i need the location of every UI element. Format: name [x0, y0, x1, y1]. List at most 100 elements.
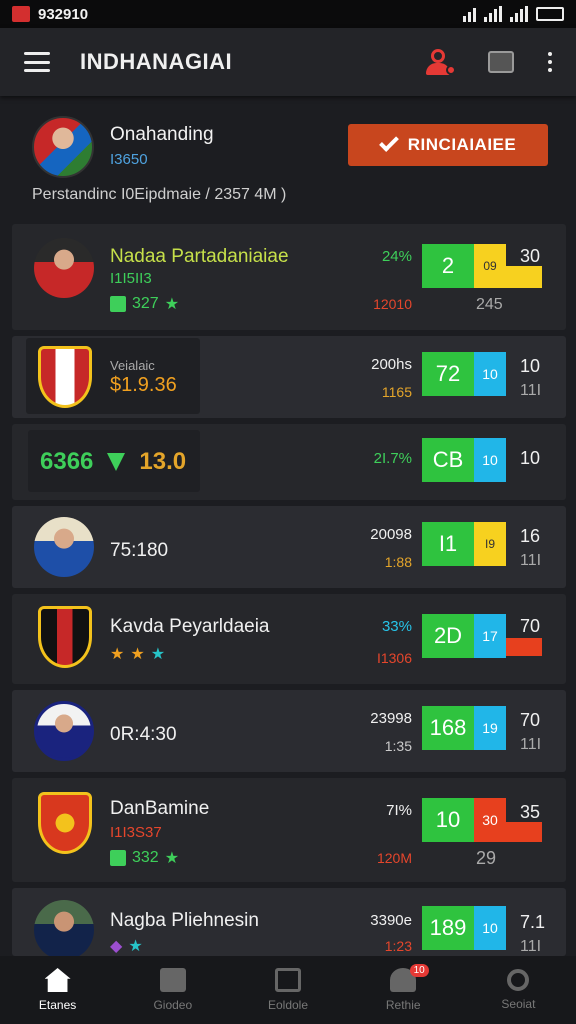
menu-icon[interactable]: [24, 52, 50, 72]
big-score: 6366 13.0: [40, 448, 186, 476]
row-value-2: 11I: [520, 382, 542, 399]
profile-avatar[interactable]: [32, 116, 94, 178]
row-name: Kavda Peyarldaeia: [110, 616, 270, 637]
nav-label: Eoldole: [267, 998, 309, 1012]
row-name: DanBamine: [110, 798, 210, 819]
list-item[interactable]: DanBamine I1I3S37 332 ★ 7I% 120M 10 30 3…: [12, 778, 566, 882]
score-box-green: 168: [422, 706, 474, 750]
score-bar-red: [506, 638, 542, 656]
stat-bottom: 1165: [381, 384, 412, 400]
team-crest-icon: [38, 346, 92, 408]
stat-bottom: I1306: [376, 650, 412, 666]
folder-icon: [159, 968, 186, 992]
row-value-2: 11I: [520, 552, 542, 569]
score-box-yellow: I9: [474, 522, 506, 566]
player-avatar: [34, 900, 94, 960]
profile-meta: Perstandinc I0Eipdmaie / 2357 4M ): [32, 186, 287, 203]
home-icon: [44, 968, 71, 992]
row-name: Nadaa Partadaniaiae: [110, 246, 289, 267]
row-time: 0R:4:30: [110, 724, 177, 745]
card-icon[interactable]: [488, 51, 514, 73]
nav-item-search[interactable]: Seoiat: [461, 956, 576, 1024]
star-icon: ★: [130, 646, 145, 663]
nav-item-home[interactable]: Etanes: [0, 956, 115, 1024]
stat-bottom: 1:23: [384, 938, 412, 954]
rating: 327 ★: [110, 294, 179, 314]
row-subtitle: I1I3S37: [110, 824, 162, 841]
list-item[interactable]: Nagba Pliehnesin ◆ ★ 3390e 1:23 189 10 7…: [12, 888, 566, 960]
score-box-cyan: 10: [474, 906, 506, 950]
score-box-green: 2D: [422, 614, 474, 658]
team-crest-icon: [38, 792, 92, 854]
list-item[interactable]: 75:180 20098 1:88 I1 I9 16 11I: [12, 506, 566, 588]
account-alert-icon[interactable]: [424, 47, 456, 77]
row-score: $1.9.36: [110, 374, 177, 396]
list-item[interactable]: 0R:4:30 23998 1:35 168 19 70 11I: [12, 690, 566, 772]
rating: 332 ★: [110, 848, 179, 868]
stat-top: 20098: [370, 526, 412, 543]
player-avatar: [34, 701, 94, 761]
bottom-nav: Etanes Giodeo Eoldole 10 Rethie Seoiat: [0, 956, 576, 1024]
app-notification-icon: [12, 6, 30, 22]
row-value-2: 29: [476, 848, 497, 868]
list-item[interactable]: 6366 13.0 2I.7% CB 10 10: [12, 424, 566, 500]
star-icon: ★: [128, 938, 143, 955]
stat-bottom: 1:88: [384, 554, 412, 570]
search-icon: [507, 969, 530, 991]
row-value: 30: [520, 246, 541, 266]
signal-icon: [484, 6, 502, 22]
big-score-right: 13.0: [139, 448, 187, 475]
stat-top: 3390e: [370, 912, 412, 929]
player-avatar: [34, 238, 94, 298]
score-box-green: 72: [422, 352, 474, 396]
nav-item-3[interactable]: Eoldole: [230, 956, 345, 1024]
score-box-cyan: 19: [474, 706, 506, 750]
row-value: 70: [520, 616, 541, 636]
gem-icon: ◆: [110, 938, 123, 955]
score-box-cyan: 10: [474, 438, 506, 482]
arrow-down-icon: [107, 453, 126, 471]
list-item[interactable]: Veialaic $1.9.36 200hs 1165 72 10 10 11I: [12, 336, 566, 418]
signal-icon-2: [510, 6, 528, 22]
more-options-icon[interactable]: [548, 52, 552, 72]
follow-button-label: RINCIAIAIEE: [407, 135, 517, 154]
check-badge-icon: [110, 850, 126, 866]
star-icon: ★: [150, 646, 166, 663]
list-item[interactable]: Nadaa Partadaniaiae I1I5II3 327 ★ 24% 12…: [12, 224, 566, 330]
rating-stars: ★ ★ ★: [110, 644, 165, 664]
score-box-green: I1: [422, 522, 474, 566]
rating-value: 332: [132, 849, 159, 866]
rating-icons: ◆ ★: [110, 936, 143, 956]
score-bar-yellow: [506, 266, 542, 288]
nav-label: Rethie: [385, 998, 421, 1012]
notification-badge: 10: [409, 964, 429, 977]
stat-top: 24%: [381, 248, 412, 265]
row-time: 75:180: [110, 540, 169, 561]
stat-bottom: 12010: [373, 296, 412, 312]
profile-header: Onahanding I3650 RINCIAIAIEE Perstandinc…: [0, 96, 576, 216]
score-box-cyan: 10: [474, 352, 506, 396]
score-box-red: 30: [474, 798, 506, 842]
nav-label: Etanes: [38, 998, 77, 1012]
follow-button[interactable]: RINCIAIAIEE: [348, 124, 548, 166]
battery-icon: [536, 7, 564, 21]
row-value: 70: [520, 710, 541, 730]
big-score-left: 6366: [40, 448, 94, 475]
calendar-icon: [275, 968, 301, 992]
score-box-yellow: 09: [474, 244, 506, 288]
team-crest-icon: [38, 606, 92, 668]
stat-top: 7I%: [386, 802, 412, 819]
wifi-icon: [463, 6, 476, 22]
star-icon: ★: [110, 646, 125, 663]
app-title: INDHANAGIAI: [80, 49, 233, 74]
list-item[interactable]: Kavda Peyarldaeia ★ ★ ★ 33% I1306 2D 17 …: [12, 594, 566, 684]
score-bar-red: [506, 822, 542, 842]
stat-bottom: 1:35: [384, 738, 412, 754]
stat-top: 33%: [381, 618, 412, 635]
row-value: 10: [520, 356, 541, 376]
nav-item-4[interactable]: 10 Rethie: [346, 956, 461, 1024]
rating-value: 327: [132, 295, 159, 312]
profile-name: Onahanding: [110, 124, 214, 145]
nav-item-2[interactable]: Giodeo: [115, 956, 230, 1024]
row-value: 35: [520, 802, 541, 822]
